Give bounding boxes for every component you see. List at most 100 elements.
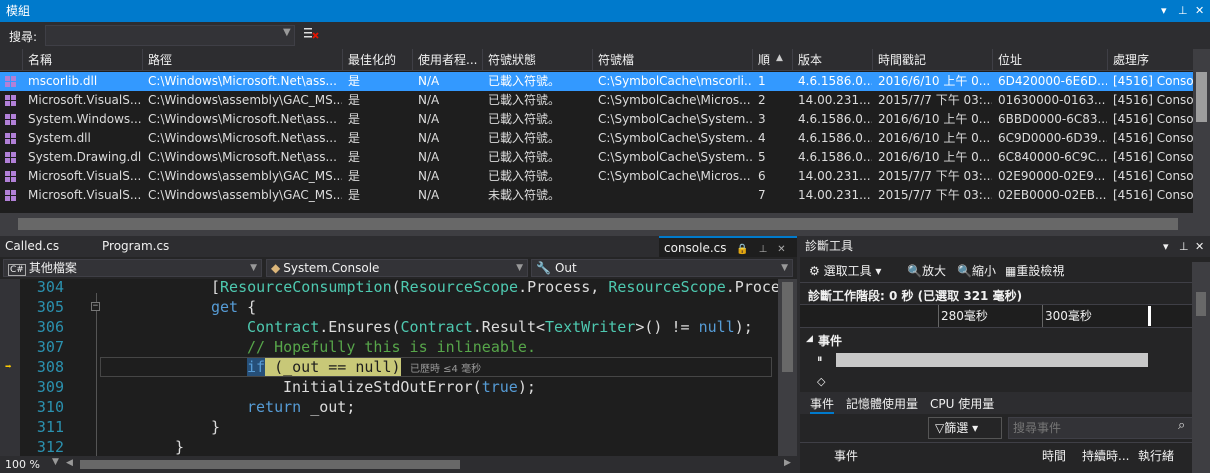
clear-search-icon[interactable]	[303, 26, 319, 42]
tab-memory[interactable]: 記憶體使用量	[846, 395, 918, 412]
pin-icon[interactable]: ⊥	[1179, 236, 1189, 257]
table-cell: 7	[758, 188, 766, 202]
scroll-right-icon[interactable]: ▶	[784, 458, 791, 468]
timeline-ruler[interactable]: 280毫秒 300毫秒	[800, 304, 1192, 328]
editor-scroll-thumb[interactable]	[782, 282, 793, 372]
select-tool-label: 選取工具	[823, 264, 872, 278]
column-header[interactable]: 符號檔	[592, 49, 752, 71]
close-icon[interactable]: ✕	[777, 244, 785, 255]
table-cell: N/A	[418, 150, 440, 164]
table-row[interactable]: System.Drawing.dll C:\Windows\Microsoft.N…	[0, 148, 1193, 167]
collapse-icon[interactable]: −	[91, 302, 100, 311]
column-header[interactable]: 時間戳記	[872, 49, 992, 71]
zoom-level[interactable]: 100 %	[5, 458, 40, 471]
column-header[interactable]: 版本	[792, 49, 872, 71]
filter-button[interactable]: ▽篩選 ▾	[928, 417, 1002, 439]
line-number: 309	[36, 378, 64, 396]
type-dropdown[interactable]: ◆ System.Console ▼	[266, 259, 528, 277]
column-header[interactable]: 使用者程...	[412, 49, 482, 71]
table-row[interactable]: System.dll C:\Windows\Microsoft.Net\ass..…	[0, 129, 1193, 148]
table-cell: Microsoft.VisualS...	[28, 188, 142, 202]
zoom-out-button[interactable]: 🔍縮小	[957, 262, 996, 279]
col-event[interactable]: 事件	[834, 447, 858, 464]
timeline-selection-handle[interactable]	[1148, 306, 1151, 326]
column-header[interactable]: 最佳化的	[342, 49, 412, 71]
editor-tabs: Called.cs Program.cs console.cs 🔒 ⊥ ✕	[0, 236, 797, 257]
code-editor[interactable]: ➡ − 304 [ResourceConsumption(ResourceSco…	[0, 279, 778, 456]
pin-icon[interactable]: ⊥	[1178, 0, 1188, 22]
table-cell: 6	[758, 169, 766, 183]
table-cell: System.Windows....	[28, 112, 142, 126]
reset-view-button[interactable]: ▦重設檢視	[1005, 262, 1064, 279]
table-row[interactable]: Microsoft.VisualS... C:\Windows\assembly\…	[0, 167, 1193, 186]
chevron-down-icon[interactable]: ▼	[52, 457, 59, 467]
dropdown-icon[interactable]: ▾	[1163, 236, 1169, 257]
tab-events[interactable]: 事件	[810, 395, 835, 414]
tab-program[interactable]: Program.cs	[97, 236, 174, 257]
table-cell: 是	[348, 169, 361, 183]
code-line-309: InitializeStdOutError(true);	[283, 378, 536, 396]
col-duration[interactable]: 持續時...	[1082, 447, 1129, 464]
column-header[interactable]: 路徑	[142, 49, 342, 71]
diagnostics-scroll-thumb[interactable]	[1196, 292, 1206, 316]
table-cell: 是	[348, 150, 361, 164]
col-thread[interactable]: 執行緒	[1138, 447, 1174, 464]
tab-called[interactable]: Called.cs	[0, 236, 64, 257]
column-header[interactable]: 位址	[992, 49, 1107, 71]
collapse-icon[interactable]: ◢	[806, 334, 813, 344]
zoom-out-label: 縮小	[971, 264, 996, 278]
zoom-in-button[interactable]: 🔍放大	[907, 262, 946, 279]
module-icon	[5, 95, 17, 106]
table-cell: 已載入符號。	[488, 93, 561, 107]
table-cell: 已載入符號。	[488, 131, 561, 145]
table-cell: 4.6.1586.0...	[798, 131, 872, 145]
table-row[interactable]: Microsoft.VisualS... C:\Windows\assembly\…	[0, 91, 1193, 110]
col-time[interactable]: 時間	[1042, 447, 1066, 464]
diagnostics-scrollbar[interactable]	[1192, 262, 1210, 473]
column-header[interactable]: 處理序	[1107, 49, 1193, 71]
project-dropdown[interactable]: C# 其他檔案 ▼	[3, 259, 262, 277]
table-cell: N/A	[418, 169, 440, 183]
event-bar[interactable]	[836, 353, 1148, 367]
select-tool-button[interactable]: ⚙ 選取工具 ▾	[809, 262, 881, 279]
search-icon[interactable]: ⌕	[1178, 418, 1185, 433]
type-label: System.Console	[283, 261, 380, 275]
table-cell: N/A	[418, 112, 440, 126]
close-icon[interactable]: ✕	[1195, 236, 1204, 257]
table-row[interactable]: mscorlib.dll C:\Windows\Microsoft.Net\ass…	[0, 72, 1193, 91]
close-icon[interactable]: ✕	[1195, 0, 1204, 22]
tab-console[interactable]: console.cs 🔒 ⊥ ✕	[659, 236, 797, 257]
chevron-down-icon[interactable]: ▼	[283, 27, 291, 38]
modules-scroll-thumb[interactable]	[1196, 72, 1207, 122]
table-cell: 4.6.1586.0...	[798, 150, 872, 164]
table-row[interactable]: System.Windows.... C:\Windows\Microsoft.N…	[0, 110, 1193, 129]
modules-hscroll-thumb[interactable]	[18, 218, 1178, 230]
column-header[interactable]: 符號狀態	[482, 49, 592, 71]
pin-icon[interactable]: ⊥	[759, 244, 768, 255]
editor-hscroll-thumb[interactable]	[80, 460, 460, 469]
column-header[interactable]: 順	[752, 49, 792, 71]
code-line-307: // Hopefully this is inlineable.	[247, 338, 536, 356]
table-cell: C:\Windows\assembly\GAC_MS...	[148, 169, 342, 183]
table-cell: 未載入符號。	[488, 188, 561, 202]
module-icon	[5, 152, 17, 163]
member-dropdown[interactable]: 🔧 Out ▼	[531, 259, 793, 277]
table-row[interactable]: Microsoft.VisualS... C:\Windows\assembly\…	[0, 186, 1193, 205]
diagnostics-filter-bar: ▽篩選 ▾ ⌕	[800, 414, 1210, 441]
table-cell: C:\SymbolCache\mscorli...	[598, 74, 752, 88]
table-cell: [4516] Consol	[1113, 169, 1193, 183]
table-cell: 3	[758, 112, 766, 126]
dropdown-icon[interactable]: ▾	[1161, 0, 1167, 22]
table-cell: 是	[348, 93, 361, 107]
chevron-down-icon: ▼	[781, 263, 788, 273]
table-cell: 2	[758, 93, 766, 107]
column-header[interactable]: 名稱	[22, 49, 142, 71]
table-cell: C:\SymbolCache\System...	[598, 150, 752, 164]
scroll-left-icon[interactable]: ◀	[66, 458, 73, 468]
perf-tip[interactable]: 已歷時 ≤4 毫秒	[410, 360, 481, 375]
events-search-input[interactable]	[1008, 417, 1206, 439]
search-input[interactable]	[45, 25, 295, 46]
tick-mark	[1042, 305, 1043, 327]
module-icon	[5, 114, 17, 125]
tab-cpu[interactable]: CPU 使用量	[930, 395, 994, 412]
